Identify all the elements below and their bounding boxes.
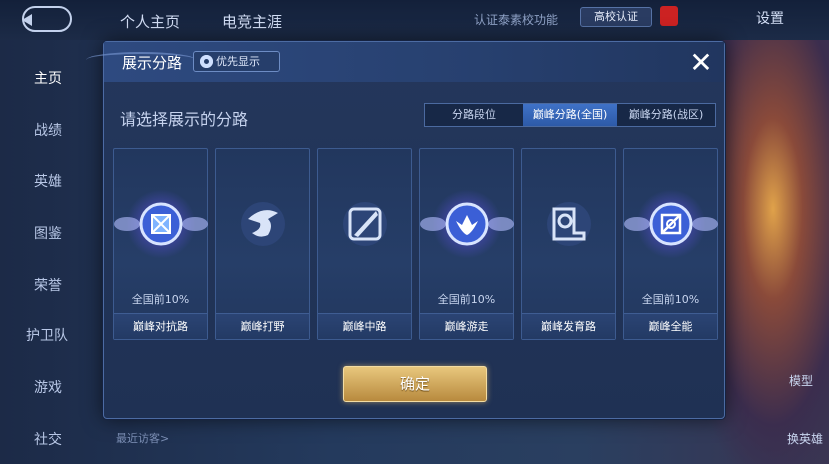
nav-item-record[interactable]: 战绩 <box>34 120 62 140</box>
card-name: 巅峰发育路 <box>541 320 596 333</box>
lane-card-allround[interactable]: 全国前10% 巅峰全能 <box>623 148 718 340</box>
card-name: 巅峰对抗路 <box>133 320 188 333</box>
lane-tabs: 分路段位 巅峰分路(全国) 巅峰分路(战区) <box>424 103 716 127</box>
clash-lane-icon <box>114 189 208 259</box>
card-name: 巅峰游走 <box>444 320 489 333</box>
lane-card-farm[interactable]: 巅峰发育路 <box>521 148 616 340</box>
lane-card-jungle[interactable]: 巅峰打野 <box>215 148 310 340</box>
cert-badge[interactable]: 高校认证 <box>580 7 652 27</box>
tab-lane-rank[interactable]: 分路段位 <box>425 104 523 126</box>
settings-button[interactable]: 设置 <box>756 8 784 28</box>
confirm-button[interactable]: 确定 <box>343 366 487 402</box>
nav-item-honor[interactable]: 荣誉 <box>34 275 62 295</box>
lane-card-mid[interactable]: 巅峰中路 <box>317 148 412 340</box>
gear-icon <box>200 55 213 68</box>
tab-esports[interactable]: 电竞主涯 <box>222 11 282 32</box>
tab-peak-region[interactable]: 巅峰分路(战区) <box>617 104 715 126</box>
dialog-header: 展示分路 优先显示 ✕ <box>86 42 724 82</box>
top-bar: 个人主页 电竞主涯 认证泰素校功能 高校认证 设置 <box>0 0 829 40</box>
lane-card-clash[interactable]: 全国前10% 巅峰对抗路 <box>113 148 208 340</box>
nav-item-home[interactable]: 主页 <box>34 68 62 88</box>
lane-card-roam[interactable]: 全国前10% 巅峰游走 <box>419 148 514 340</box>
farm-lane-icon <box>544 199 594 249</box>
nav-item-games[interactable]: 游戏 <box>34 377 62 397</box>
roam-icon <box>420 189 514 259</box>
dialog-prompt: 请选择展示的分路 <box>120 110 249 129</box>
card-rank: 全国前10% <box>437 293 496 306</box>
tab-peak-national[interactable]: 巅峰分路(全国) <box>523 104 617 126</box>
nav-item-gallery[interactable]: 图鉴 <box>34 223 62 243</box>
change-hero-button[interactable]: 换英雄 <box>787 430 823 447</box>
model-button[interactable]: 模型 <box>789 372 813 389</box>
mid-lane-icon <box>340 199 390 249</box>
jungle-icon <box>238 199 288 249</box>
priority-display-label: 优先显示 <box>216 55 260 68</box>
priority-display-button[interactable]: 优先显示 <box>193 51 280 72</box>
card-rank: 全国前10% <box>641 293 700 306</box>
lane-dialog: 展示分路 优先显示 ✕ 请选择展示的分路 分路段位 巅峰分路(全国) 巅峰分路(… <box>86 41 725 419</box>
nav-item-guard[interactable]: 护卫队 <box>26 325 68 345</box>
all-round-icon <box>624 189 718 259</box>
lane-cards: 全国前10% 巅峰对抗路 巅峰打野 巅峰中路 全国前10% 巅峰游走 巅峰发育路… <box>113 148 718 340</box>
nav-item-heroes[interactable]: 英雄 <box>34 171 62 191</box>
card-name: 巅峰打野 <box>240 320 285 333</box>
gift-icon[interactable] <box>660 6 678 26</box>
card-name: 巅峰中路 <box>342 320 387 333</box>
close-button[interactable]: ✕ <box>684 46 718 80</box>
nav-item-social[interactable]: 社交 <box>34 429 62 449</box>
card-rank: 全国前10% <box>131 293 190 306</box>
recent-visitors[interactable]: 最近访客> <box>116 430 169 446</box>
tab-profile[interactable]: 个人主页 <box>120 11 180 32</box>
left-nav: 主页 战绩 英雄 图鉴 荣誉 护卫队 游戏 社交 <box>0 40 100 464</box>
dialog-title: 展示分路 <box>122 54 183 72</box>
back-icon[interactable] <box>22 6 72 32</box>
cert-text: 认证泰素校功能 <box>474 13 559 27</box>
card-name: 巅峰全能 <box>648 320 693 333</box>
